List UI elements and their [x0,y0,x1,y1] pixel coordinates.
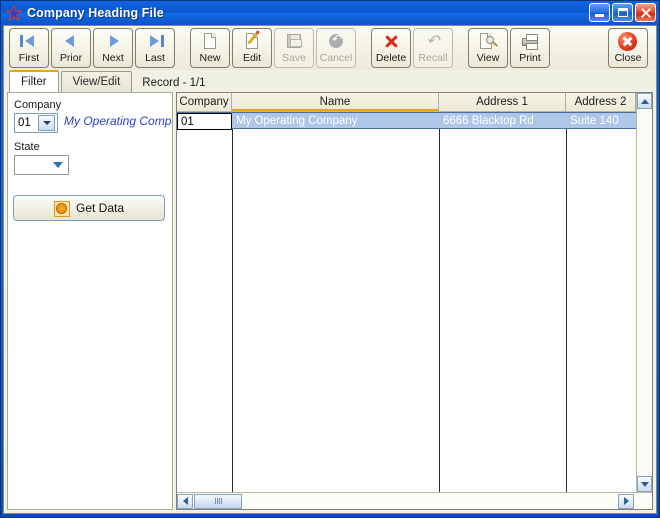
tab-filter[interactable]: Filter [9,70,59,92]
column-divider-2 [439,112,440,492]
window-controls [589,3,656,22]
column-divider-3 [566,112,567,492]
recall-arrow-icon: ↶ [426,33,440,50]
save-record-label: Save [282,52,306,64]
delete-record-button[interactable]: Delete [371,28,411,68]
first-record-icon [19,32,39,51]
minimize-button[interactable] [589,3,610,22]
view-button[interactable]: View [468,28,508,68]
red-x-icon [381,32,401,51]
new-record-label: New [199,52,221,64]
maximize-icon [618,8,628,17]
scroll-down-icon[interactable] [637,476,652,492]
column-header-company[interactable]: Company [177,93,232,111]
cancel-edit-button[interactable]: Cancel [316,28,356,68]
next-record-label: Next [102,52,124,64]
edit-record-label: Edit [242,52,262,64]
get-data-label: Get Data [75,201,125,215]
record-counter: Record - 1/1 [142,77,206,89]
horizontal-scrollbar[interactable] [177,492,652,509]
prior-record-label: Prior [59,52,83,64]
data-grid: Company Name Address 1 Address 2 01 My O… [176,92,653,510]
cell-name[interactable]: My Operating Company [232,113,439,128]
column-header-name[interactable]: Name [232,93,439,111]
prior-record-button[interactable]: Prior [51,28,91,68]
grid-header-row: Company Name Address 1 Address 2 [177,93,636,112]
magnifier-page-icon [478,32,498,51]
close-form-label: Close [614,52,642,64]
print-button[interactable]: Print [510,28,550,68]
scroll-up-icon[interactable] [637,93,652,109]
close-circle-icon [618,32,638,51]
delete-record-label: Delete [375,52,407,64]
cancel-edit-label: Cancel [319,52,353,64]
new-record-button[interactable]: New [190,28,230,68]
recall-record-label: Recall [418,52,448,64]
column-header-address-2[interactable]: Address 2 [566,93,636,111]
vertical-scrollbar[interactable] [636,93,652,492]
last-record-icon [145,32,165,51]
dropdown-arrow-icon[interactable] [38,115,55,131]
maximize-button[interactable] [612,3,633,22]
toolbar-group-delete: Delete ↶ Recall [371,28,455,68]
close-form-button[interactable]: Close [608,28,648,68]
scroll-right-icon[interactable] [618,493,634,509]
hscroll-thumb[interactable] [194,493,242,509]
column-divider-1 [232,112,233,492]
toolbar-group-navigation: First Prior Next Last [9,28,177,68]
last-record-button[interactable]: Last [135,28,175,68]
content-body: Company 01 My Operating Compa State Get … [4,92,656,513]
first-record-button[interactable]: First [9,28,49,68]
tab-view-edit[interactable]: View/Edit [60,71,133,92]
printer-icon [520,32,540,51]
state-combo[interactable] [14,155,69,175]
client-area: First Prior Next Last New Edit Save ↶ Ca… [3,25,657,514]
recall-record-button[interactable]: ↶ Recall [413,28,453,68]
company-combo[interactable]: 01 [14,113,58,133]
column-header-address-1[interactable]: Address 1 [439,93,566,111]
cell-address-1[interactable]: 6666 Blacktop Rd [439,113,566,128]
company-description: My Operating Compa [64,114,173,128]
state-field-label: State [14,141,40,153]
cell-address-2[interactable]: Suite 140 [566,113,636,128]
table-row[interactable]: 01 My Operating Company 6666 Blacktop Rd… [177,112,636,130]
undo-circle-icon [326,32,346,51]
edit-record-button[interactable]: Edit [232,28,272,68]
next-record-button[interactable]: Next [93,28,133,68]
last-record-label: Last [145,52,165,64]
close-window-button[interactable] [635,3,656,22]
grid-rows-area: 01 My Operating Company 6666 Blacktop Rd… [177,112,636,492]
first-record-label: First [18,52,40,64]
toolbar-group-output: View Print [468,28,552,68]
gear-icon [53,200,70,217]
minimize-icon [595,14,604,17]
get-data-button[interactable]: Get Data [13,195,165,221]
cell-company[interactable]: 01 [177,113,232,130]
tab-view-edit-label: View/Edit [72,76,121,88]
hscroll-track[interactable] [242,493,652,509]
new-page-icon [200,32,220,51]
title-bar[interactable]: Company Heading File [1,1,659,25]
next-record-icon [103,32,123,51]
print-label: Print [519,52,541,64]
grid-main: Company Name Address 1 Address 2 01 My O… [177,93,652,492]
edit-pencil-icon [242,32,262,51]
company-value: 01 [18,117,31,129]
prior-record-icon [61,32,81,51]
application-window: Company Heading File First Prior Next La… [0,0,660,518]
tab-strip: Filter View/Edit Record - 1/1 [4,70,656,92]
floppy-disk-icon [284,32,304,51]
company-field-label: Company [14,99,62,111]
toolbar-group-edit: New Edit Save Cancel [190,28,358,68]
filter-panel: Company 01 My Operating Compa State Get … [7,92,173,510]
save-record-button[interactable]: Save [274,28,314,68]
toolbar: First Prior Next Last New Edit Save ↶ Ca… [4,26,656,70]
window-title: Company Heading File [27,6,164,20]
grid-columns-area: Company Name Address 1 Address 2 01 My O… [177,93,636,492]
view-label: View [476,52,500,64]
scroll-left-icon[interactable] [177,493,193,509]
tab-filter-label: Filter [21,76,47,88]
star-icon [5,4,23,22]
dropdown-chevron-icon[interactable] [49,157,66,173]
